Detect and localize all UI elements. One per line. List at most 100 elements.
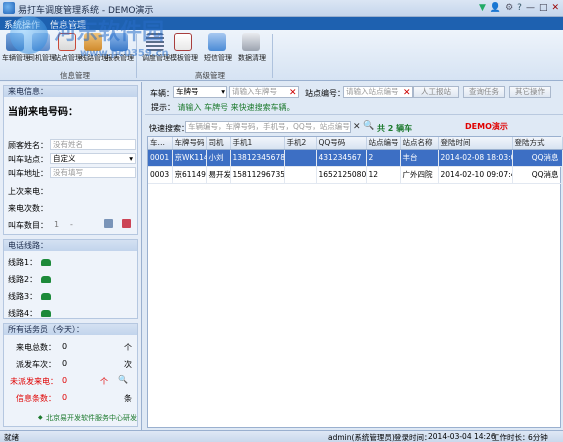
minimize-button[interactable]: — bbox=[526, 2, 535, 14]
ribbon-group-info: 信息管理 bbox=[60, 71, 90, 80]
clear-icon[interactable]: ✕ bbox=[403, 88, 411, 98]
main-panel: 车辆： 车牌号 ▾ 请输入车牌号 ✕ 站点编号： 请输入站点编号 ✕ 人工报站 查… bbox=[145, 82, 563, 430]
ribbon-toolbar: 车辆管理 司机管理 站点管理 线路管理 报表管理 信息管理 调度管理 模板管理 … bbox=[0, 30, 563, 81]
vehicle-table: 车… 车牌号码 司机 手机1 手机2 QQ号码 站点编号 站点名称 登陆时间 登… bbox=[147, 136, 563, 428]
manual-report-button[interactable]: 人工报站 bbox=[413, 86, 459, 98]
phone-icon bbox=[41, 310, 52, 317]
col-login-method[interactable]: 登陆方式 bbox=[512, 137, 563, 150]
id-card-icon bbox=[208, 33, 226, 51]
title-bar: 易打车调度管理系统 - DEMO演示 ▼ 👤 ⚙ ? — □ ✕ bbox=[0, 0, 563, 17]
operators-header: 所有话务员（今天）： bbox=[4, 324, 137, 335]
caller-info-panel: 来电信息： 当前来电号码： 顾客姓名： 没有姓名 叫车站点： 自定义 ▾ 叫车地址… bbox=[3, 85, 138, 235]
report-manage-button[interactable]: 报表管理 bbox=[106, 33, 134, 63]
caller-info-header: 来电信息： bbox=[4, 86, 137, 97]
col-vehicle-id[interactable]: 车… bbox=[148, 137, 173, 150]
stat-messages-unit: 条 bbox=[124, 394, 132, 403]
divider bbox=[145, 114, 563, 115]
driver-manage-button[interactable]: 司机管理 bbox=[28, 33, 56, 63]
other-actions-button[interactable]: 其它操作 bbox=[509, 86, 551, 98]
phone-line-4: 线路4： bbox=[8, 308, 52, 319]
demo-label: DEMO演示 bbox=[465, 122, 508, 131]
menu-bar: 系统操作 信息管理 bbox=[0, 17, 563, 31]
save-icon[interactable] bbox=[104, 219, 113, 228]
operators-panel: 所有话务员（今天）： 来电总数： 0 个 派发车次： 0 次 未派发来电： 0 … bbox=[3, 323, 138, 427]
phone-line-2: 线路2： bbox=[8, 274, 52, 285]
app-icon bbox=[3, 2, 15, 14]
table-row[interactable]: 0001 京WK1142 小刘 13812345678 431234567 2 … bbox=[148, 149, 563, 167]
quick-search-input[interactable]: 车辆编号，车牌号码，手机号，QQ号，站点编号，站点 bbox=[185, 121, 351, 133]
maximize-button[interactable]: □ bbox=[539, 2, 548, 14]
stat-total-calls-unit: 个 bbox=[124, 343, 132, 352]
status-login-label: 登录时间： bbox=[394, 433, 432, 442]
col-qq[interactable]: QQ号码 bbox=[316, 137, 367, 150]
help-icon[interactable]: ? bbox=[517, 2, 522, 14]
vehicle-count: 共 2 辆车 bbox=[377, 124, 413, 133]
phone-line-3: 线路3： bbox=[8, 291, 52, 302]
search-icon[interactable]: 🔍 bbox=[363, 121, 374, 131]
col-station-name[interactable]: 站点名称 bbox=[400, 137, 439, 150]
stat-undispatched-unit: 个 bbox=[100, 377, 108, 386]
chevron-down-icon: ▾ bbox=[221, 87, 225, 96]
current-number-label: 当前来电号码： bbox=[8, 107, 78, 118]
status-work-label: 工作时长： bbox=[492, 433, 530, 442]
customer-name-input[interactable]: 没有姓名 bbox=[50, 139, 136, 150]
phone-lines-panel: 电话线路： 线路1： 线路2： 线路3： 线路4： bbox=[3, 239, 138, 319]
stat-total-calls-label: 来电总数： bbox=[16, 343, 56, 352]
settings-icon[interactable]: ⚙ bbox=[505, 2, 513, 14]
search-icon[interactable]: 🔍 bbox=[118, 375, 128, 384]
call-days-separator: - bbox=[70, 220, 73, 229]
clear-icon[interactable]: ✕ bbox=[289, 88, 297, 98]
edit-icon[interactable] bbox=[122, 219, 131, 228]
stat-dispatched-unit: 次 bbox=[124, 360, 132, 369]
station-number-label: 站点编号： bbox=[305, 89, 345, 98]
pickup-station-select[interactable]: 自定义 ▾ bbox=[50, 153, 136, 164]
col-login-time[interactable]: 登陆时间 bbox=[438, 137, 513, 150]
last-call-label: 上次来电： bbox=[8, 187, 48, 196]
stat-undispatched-value: 0 bbox=[62, 376, 68, 385]
pickup-station-label: 叫车站点： bbox=[8, 155, 48, 164]
route-icon bbox=[84, 33, 102, 51]
status-user: admin(系统管理员) bbox=[328, 433, 395, 442]
tip-text: 请输入 车牌号 来快速搜索车辆。 bbox=[177, 103, 295, 112]
col-phone1[interactable]: 手机1 bbox=[230, 137, 285, 150]
customer-name-label: 顾客姓名： bbox=[8, 141, 48, 150]
col-station-id[interactable]: 站点编号 bbox=[366, 137, 401, 150]
pickup-address-input[interactable]: 没有填写 bbox=[50, 167, 136, 178]
ribbon-group-advanced: 高级管理 bbox=[195, 71, 225, 80]
template-icon bbox=[174, 33, 192, 51]
bullet-icon: ◆ bbox=[38, 414, 43, 421]
data-clean-button[interactable]: 数据清理 bbox=[238, 33, 266, 63]
vehicle-manage-button[interactable]: 车辆管理 bbox=[2, 33, 30, 63]
table-header-row: 车… 车牌号码 司机 手机1 手机2 QQ号码 站点编号 站点名称 登陆时间 登… bbox=[148, 137, 563, 150]
station-manage-button[interactable]: 站点管理 bbox=[54, 33, 82, 63]
phone-line-1: 线路1： bbox=[8, 257, 52, 268]
close-button[interactable]: ✕ bbox=[551, 2, 559, 14]
eraser-icon bbox=[242, 33, 260, 51]
quick-search-label: 快速搜索： bbox=[149, 124, 189, 133]
col-driver[interactable]: 司机 bbox=[206, 137, 231, 150]
template-manage-button[interactable]: 模板管理 bbox=[170, 33, 198, 63]
col-plate[interactable]: 车牌号码 bbox=[172, 137, 207, 150]
window-controls: ▼ 👤 ⚙ ? — □ ✕ bbox=[479, 2, 559, 14]
route-manage-button[interactable]: 线路管理 bbox=[80, 33, 108, 63]
query-task-button[interactable]: 查询任务 bbox=[463, 86, 505, 98]
chevron-down-icon: ▾ bbox=[129, 154, 133, 163]
down-arrow-icon[interactable]: ▼ bbox=[479, 2, 486, 14]
dispatch-manage-button[interactable]: 调度管理 bbox=[142, 33, 170, 63]
sms-manage-button[interactable]: 短信管理 bbox=[204, 33, 232, 63]
status-ready: 就绪 bbox=[4, 433, 19, 442]
pickup-address-label: 叫车地址： bbox=[8, 169, 48, 178]
user-icon[interactable]: 👤 bbox=[490, 2, 501, 14]
ribbon-group-separator bbox=[136, 34, 137, 78]
vehicle-type-select[interactable]: 车牌号 ▾ bbox=[173, 86, 227, 98]
col-phone2[interactable]: 手机2 bbox=[284, 137, 317, 150]
filter-toolbar: 车辆： 车牌号 ▾ 请输入车牌号 ✕ 站点编号： 请输入站点编号 ✕ 人工报站 查… bbox=[145, 85, 563, 99]
call-days-value: 1 bbox=[54, 220, 60, 229]
car-icon bbox=[6, 33, 24, 51]
table-row[interactable]: 0003 京611492 易开发 15811296735 1652125080 … bbox=[148, 166, 563, 184]
clear-search-icon[interactable]: ✕ bbox=[353, 122, 361, 132]
status-bar: 就绪 admin(系统管理员) 登录时间： 2014-03-04 14:26 工… bbox=[0, 430, 563, 442]
phone-icon bbox=[41, 276, 52, 283]
left-sidebar: 来电信息： 当前来电号码： 顾客姓名： 没有姓名 叫车站点： 自定义 ▾ 叫车地址… bbox=[0, 82, 142, 430]
developer-link[interactable]: 北京易开发软件服务中心研发 bbox=[46, 413, 137, 423]
